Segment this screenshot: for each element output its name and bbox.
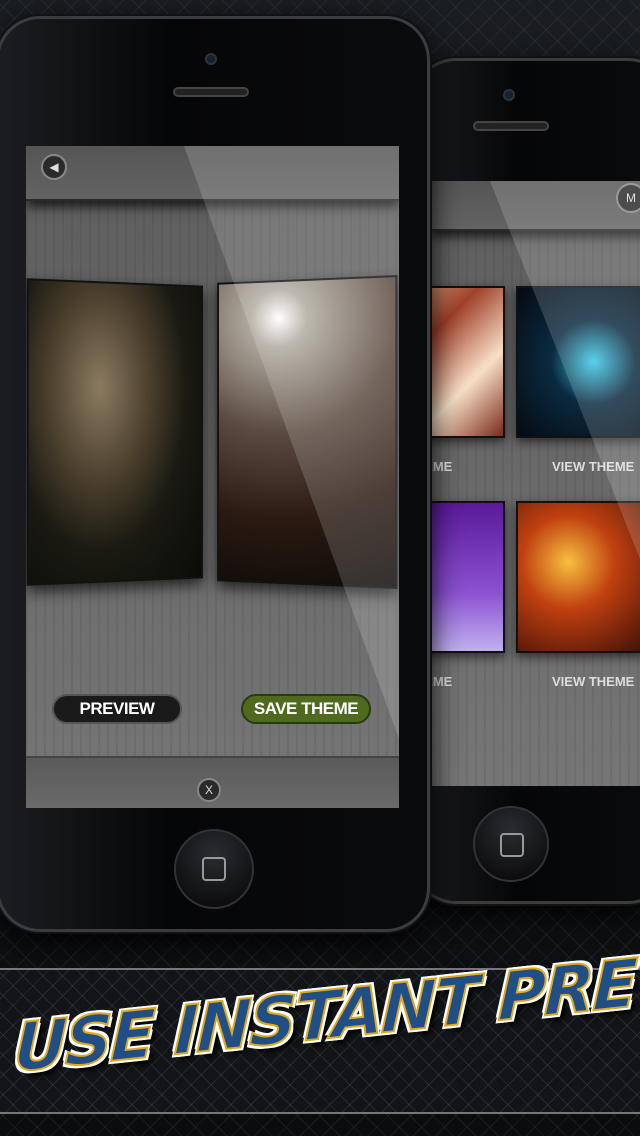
preview-button[interactable]: PREVIEW: [52, 694, 182, 724]
theme-thumb[interactable]: [430, 286, 505, 438]
triangle-left-icon: ◀: [49, 160, 59, 174]
back-button[interactable]: ◀: [41, 154, 67, 180]
close-icon: X: [204, 783, 213, 797]
home-button[interactable]: [174, 829, 254, 909]
view-theme-link[interactable]: VIEW THEME: [430, 674, 452, 689]
camera: [205, 53, 217, 65]
theme-thumb[interactable]: [516, 501, 640, 653]
close-button[interactable]: X: [197, 778, 221, 802]
view-theme-link[interactable]: VIEW THEME: [430, 459, 452, 474]
home-button[interactable]: [473, 806, 549, 882]
preview-panel-lockscreen: [26, 278, 204, 586]
back-phone: M VIEW THEME VIEW THEME VIEW THEME VIEW …: [412, 58, 640, 904]
save-theme-button[interactable]: SAVE THEME: [241, 694, 371, 724]
front-screen: ◀ PREVIEW SAVE THEME X: [26, 146, 399, 808]
front-phone: ◀ PREVIEW SAVE THEME X: [0, 16, 430, 932]
view-theme-link[interactable]: VIEW THEME: [552, 674, 634, 689]
speaker: [473, 121, 549, 131]
speaker: [173, 87, 249, 97]
theme-thumb[interactable]: [430, 501, 505, 653]
camera: [503, 89, 515, 101]
back-screen: M VIEW THEME VIEW THEME VIEW THEME VIEW …: [430, 181, 640, 786]
